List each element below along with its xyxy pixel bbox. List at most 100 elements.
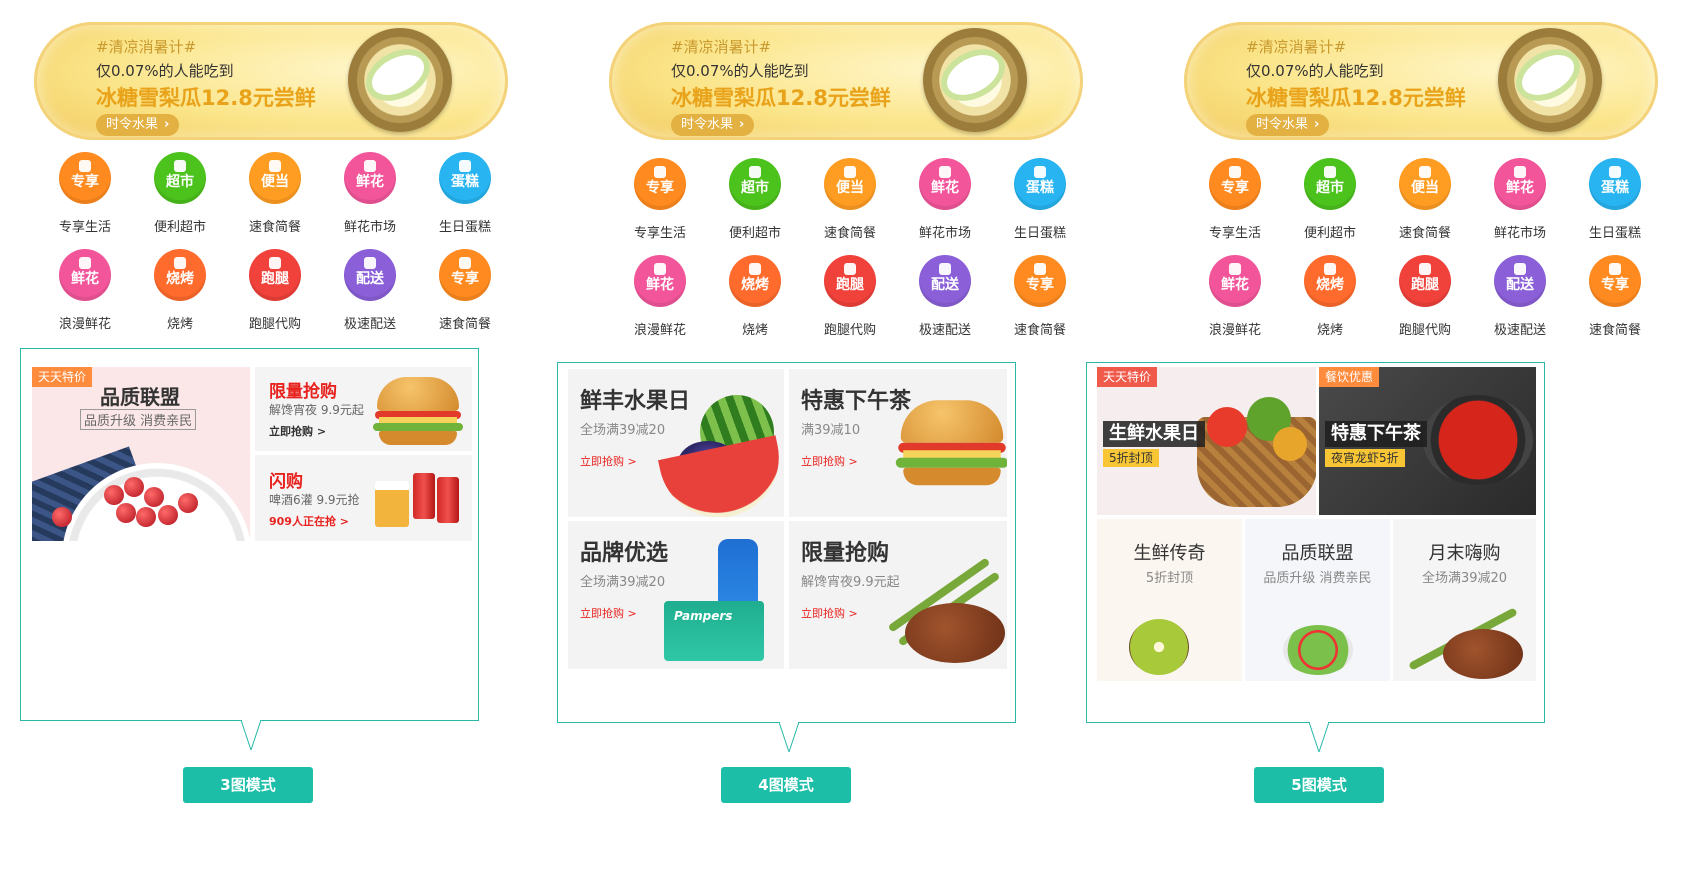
bento-icon: 便当 (824, 158, 876, 210)
banner-button-label: 时令水果 (681, 117, 734, 132)
beer-image (375, 481, 409, 527)
panel-pointer (1309, 722, 1329, 752)
burger-image (373, 377, 463, 447)
delivery-icon: 配送 (1494, 255, 1546, 307)
delivery-icon: 配送 (344, 249, 396, 301)
banner-tag: #清凉消暑计# (96, 38, 197, 56)
flower-icon: 鲜花 (1209, 255, 1261, 307)
category-label: 浪漫鲜花 (58, 317, 111, 332)
cherry (144, 487, 164, 507)
category-item[interactable]: 鲜花 浪漫鲜花 (615, 255, 705, 338)
category-item[interactable]: 鲜花 鲜花市场 (900, 158, 990, 241)
banner-button-label: 时令水果 (106, 117, 159, 132)
category-item[interactable]: 超市 便利超市 (710, 158, 800, 241)
mode-5-button[interactable]: 5图模式 (1254, 767, 1384, 803)
flower-icon: 鲜花 (919, 158, 971, 210)
category-item[interactable]: 跑腿 跑腿代购 (1380, 255, 1470, 338)
promo-tile-limited-buy[interactable]: 限量抢购 解馋宵夜9.9元起 立即抢购 > (789, 521, 1007, 669)
brand-label: Pampers (674, 609, 733, 623)
promo-tile-afternoon-tea[interactable]: 特惠下午茶 满39减10 立即抢购 > (789, 369, 1007, 517)
promo-tile-big[interactable]: 天天特价 品质联盟 品质升级 消费亲民 (32, 367, 250, 541)
kiwi-image (1129, 619, 1189, 675)
mode-3-button[interactable]: 3图模式 (183, 767, 313, 803)
mode-4-button[interactable]: 4图模式 (721, 767, 851, 803)
category-item[interactable]: 烧烤 烧烤 (135, 249, 225, 332)
cherry (124, 477, 144, 497)
category-label: 便利超市 (728, 226, 781, 241)
category-item[interactable]: 跑腿 跑腿代购 (805, 255, 895, 338)
buy-now-link[interactable]: 立即抢购 > (269, 423, 326, 439)
preview-panel: 鲜丰水果日 全场满39减20 立即抢购 > 特惠下午茶 满39减10 立即抢购 … (557, 362, 1016, 752)
tile-subtitle: 品质升级 消费亲民 (80, 409, 197, 430)
buying-now-link[interactable]: 909人正在抢 > (269, 513, 349, 529)
promo-banner[interactable]: #清凉消暑计# 仅0.07%的人能吃到 冰糖雪梨瓜12.8元尝鲜 时令水果 › (609, 22, 1083, 140)
promo-tile-fresh-legend[interactable]: 生鲜传奇 5折封顶 (1097, 519, 1242, 681)
category-item[interactable]: 蛋糕 生日蛋糕 (1570, 158, 1660, 241)
tomato-image (1207, 407, 1247, 447)
category-item[interactable]: 鲜花 鲜花市场 (325, 152, 415, 235)
category-grid: 专享 专享生活 超市 便利超市 便当 速食简餐 鲜花 鲜花市场 蛋糕 生日蛋糕 鲜花 浪漫鲜… (40, 152, 510, 332)
category-item[interactable]: 鲜花 浪漫鲜花 (1190, 255, 1280, 338)
category-item[interactable]: 超市 便利超市 (1285, 158, 1375, 241)
category-item[interactable]: 蛋糕 生日蛋糕 (420, 152, 510, 235)
category-item[interactable]: 便当 速食简餐 (805, 158, 895, 241)
tile-title: 鲜丰水果日 (580, 389, 691, 414)
buy-now-link[interactable]: 立即抢购 > (580, 453, 637, 469)
category-item[interactable]: 专享 专享生活 (615, 158, 705, 241)
promo-tile-fruit-day[interactable]: 鲜丰水果日 全场满39减20 立即抢购 > (568, 369, 784, 517)
buy-now-link[interactable]: 立即抢购 > (580, 605, 637, 621)
category-item[interactable]: 专享 速食简餐 (420, 249, 510, 332)
category-item[interactable]: 配送 极速配送 (325, 249, 415, 332)
flower-icon: 鲜花 (634, 255, 686, 307)
column-4-image-mode: #清凉消暑计# 仅0.07%的人能吃到 冰糖雪梨瓜12.8元尝鲜 时令水果 › 专… (557, 0, 1115, 887)
banner-tag: #清凉消暑计# (671, 38, 772, 56)
promo-tile-fresh-fruit[interactable]: 天天特价 生鲜水果日 5折封顶 (1097, 367, 1316, 515)
tile-title: 特惠下午茶 (1325, 421, 1427, 447)
promo-banner[interactable]: #清凉消暑计# 仅0.07%的人能吃到 冰糖雪梨瓜12.8元尝鲜 时令水果 › (1184, 22, 1658, 140)
category-item[interactable]: 专享 速食简餐 (1570, 255, 1660, 338)
banner-button[interactable]: 时令水果 › (96, 114, 180, 136)
category-item[interactable]: 鲜花 鲜花市场 (1475, 158, 1565, 241)
banner-button[interactable]: 时令水果 › (671, 114, 755, 136)
buy-now-link[interactable]: 立即抢购 > (801, 605, 858, 621)
category-item[interactable]: 配送 极速配送 (1475, 255, 1565, 338)
promo-tile-flash-sale[interactable]: 闪购 啤酒6灌 9.9元抢 909人正在抢 > (255, 455, 472, 541)
chevron-right-icon: › (739, 117, 745, 132)
category-label: 专享生活 (58, 220, 111, 235)
category-item[interactable]: 跑腿 跑腿代购 (230, 249, 320, 332)
category-item[interactable]: 便当 速食简餐 (1380, 158, 1470, 241)
cherry (136, 507, 156, 527)
promo-tile-month-end[interactable]: 月末嗨购 全场满39减20 (1393, 519, 1536, 681)
category-item[interactable]: 超市 便利超市 (135, 152, 225, 235)
banner-button[interactable]: 时令水果 › (1246, 114, 1330, 136)
cherry (104, 485, 124, 505)
diaper-image: Pampers (664, 601, 764, 661)
category-item[interactable]: 烧烤 烧烤 (710, 255, 800, 338)
category-item[interactable]: 烧烤 烧烤 (1285, 255, 1375, 338)
promo-tile-flash-buy[interactable]: 限量抢购 解馋宵夜 9.9元起 立即抢购 > (255, 367, 472, 451)
category-item[interactable]: 蛋糕 生日蛋糕 (995, 158, 1085, 241)
category-label: 浪漫鲜花 (1208, 323, 1261, 338)
steak-image (1443, 629, 1523, 679)
category-item[interactable]: 专享 专享生活 (1190, 158, 1280, 241)
bento-icon: 便当 (249, 152, 301, 204)
category-item[interactable]: 便当 速食简餐 (230, 152, 320, 235)
tile-subtitle: 解馋宵夜 9.9元起 (269, 403, 364, 417)
category-item[interactable]: 专享 速食简餐 (995, 255, 1085, 338)
category-item[interactable]: 鲜花 浪漫鲜花 (40, 249, 130, 332)
can-image (437, 477, 459, 523)
exclusive-icon: 专享 (1209, 158, 1261, 210)
tile-title: 生鲜传奇 (1133, 543, 1206, 564)
promo-tile-crawfish[interactable]: 餐饮优惠 特惠下午茶 夜宵龙虾5折 (1319, 367, 1536, 515)
promo-banner[interactable]: #清凉消暑计# 仅0.07%的人能吃到 冰糖雪梨瓜12.8元尝鲜 时令水果 › (34, 22, 508, 140)
buy-now-link[interactable]: 立即抢购 > (801, 453, 858, 469)
badge: 天天特价 (32, 367, 93, 387)
category-label: 极速配送 (1493, 323, 1546, 338)
cherry (158, 505, 178, 525)
category-item[interactable]: 专享 专享生活 (40, 152, 130, 235)
promo-tile-brand-select[interactable]: 品牌优选 全场满39减20 立即抢购 > Pampers (568, 521, 784, 669)
category-item[interactable]: 配送 极速配送 (900, 255, 990, 338)
can-image (413, 473, 435, 519)
promo-tile-quality-alliance[interactable]: 品质联盟 品质升级 消费亲民 (1245, 519, 1390, 681)
melon-image (1498, 28, 1602, 132)
